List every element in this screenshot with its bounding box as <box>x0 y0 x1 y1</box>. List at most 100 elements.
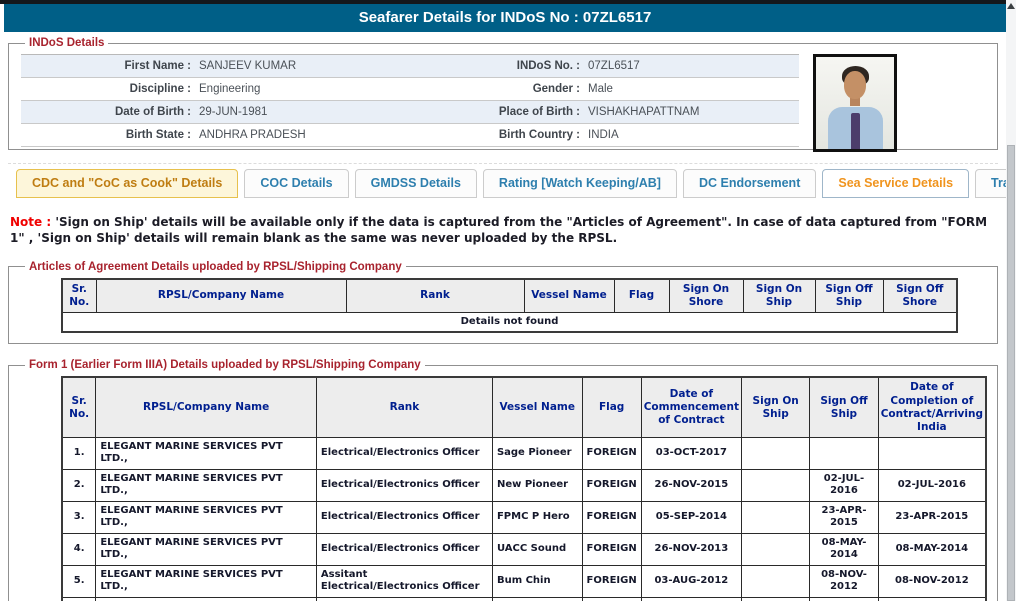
cell-sign-off-ship: 23-APR-2015 <box>810 501 878 533</box>
indos-row-state: Birth State : ANDHRA PRADESH Birth Count… <box>21 124 799 147</box>
cell-vessel: Sage Pioneer <box>492 437 582 469</box>
cell-rank: Electrical/Electronics Officer <box>316 533 492 565</box>
tab-bar: CDC and "CoC as Cook" Details COC Detail… <box>8 163 998 198</box>
cell-flag: FOREIGN <box>582 437 641 469</box>
cell-sign-off-ship <box>810 437 878 469</box>
cell-srno: 6. <box>62 597 96 601</box>
col-company: RPSL/Company Name <box>96 377 317 437</box>
table-row: 5. ELEGANT MARINE SERVICES PVT LTD., Ass… <box>62 565 986 597</box>
details-not-found-message: Details not found <box>62 312 957 332</box>
col-sign-off-ship: Sign Off Ship <box>810 377 878 437</box>
cell-completion: 08-NOV-2012 <box>878 565 986 597</box>
col-sign-on-ship: Sign On Ship <box>742 377 810 437</box>
cell-commencement: 03-AUG-2012 <box>641 565 741 597</box>
scrollbar-thumb[interactable] <box>1007 145 1015 601</box>
cell-commencement: 26-NOV-2015 <box>641 469 741 501</box>
cell-sign-on-ship <box>742 565 810 597</box>
birth-country-label: Birth Country : <box>468 124 580 146</box>
cell-sign-off-ship: 08-MAY-2014 <box>810 533 878 565</box>
seafarer-photo <box>813 54 897 152</box>
articles-header-row: Sr. No. RPSL/Company Name Rank Vessel Na… <box>62 279 957 313</box>
tab-sea-service-details[interactable]: Sea Service Details <box>822 169 969 198</box>
cell-rank: Electrical/Electronics Officer <box>316 437 492 469</box>
vertical-scrollbar[interactable] <box>1006 0 1016 601</box>
discipline-value: Engineering <box>191 78 468 100</box>
table-row: 3. ELEGANT MARINE SERVICES PVT LTD., Ele… <box>62 501 986 533</box>
cell-flag: FOREIGN <box>582 533 641 565</box>
cell-company: ELEGANT MARINE SERVICES PVT LTD., <box>96 469 317 501</box>
cell-vessel: New Pioneer <box>492 469 582 501</box>
scrollbar-up-arrow-icon[interactable] <box>1007 3 1015 9</box>
tab-cdc-coc-as-cook-details[interactable]: CDC and "CoC as Cook" Details <box>16 169 238 198</box>
cell-sign-off-ship: 08-NOV-2012 <box>810 565 878 597</box>
cell-commencement: 03-OCT-2017 <box>641 437 741 469</box>
cell-sign-off-ship: 13-OCT-2011 <box>810 597 878 601</box>
col-rank: Rank <box>316 377 492 437</box>
photo-tie <box>851 113 860 151</box>
col-vessel: Vessel Name <box>524 279 614 313</box>
col-sign-off-shore: Sign Off Shore <box>883 279 957 313</box>
note-text: Note : 'Sign on Ship' details will be av… <box>10 215 1002 247</box>
form1-table: Sr. No. RPSL/Company Name Rank Vessel Na… <box>61 376 987 601</box>
col-flag: Flag <box>582 377 641 437</box>
form1-section: Form 1 (Earlier Form IIIA) Details uploa… <box>8 359 998 601</box>
indos-details-section: INDoS Details First Name : SANJEEV KUMAR… <box>8 37 998 150</box>
indos-no-value: 07ZL6517 <box>580 55 799 77</box>
cell-rank: Electrical/Electronics Officer <box>316 469 492 501</box>
cell-sign-on-ship <box>742 501 810 533</box>
note-body: 'Sign on Ship' details will be available… <box>10 215 987 245</box>
col-sr-no: Sr. No. <box>62 377 96 437</box>
cell-sign-on-ship <box>742 469 810 501</box>
col-completion: Date of Completion of Contract/Arriving … <box>878 377 986 437</box>
first-name-value: SANJEEV KUMAR <box>191 55 468 77</box>
discipline-label: Discipline : <box>21 78 191 100</box>
col-flag: Flag <box>614 279 669 313</box>
col-sign-off-ship: Sign Off Ship <box>815 279 883 313</box>
cell-sign-off-ship: 02-JUL-2016 <box>810 469 878 501</box>
cell-flag: FOREIGN <box>582 469 641 501</box>
indos-details-grid: First Name : SANJEEV KUMAR INDoS No. : 0… <box>21 54 799 147</box>
cell-completion: 02-JUL-2016 <box>878 469 986 501</box>
cell-vessel: UACC Sound <box>492 533 582 565</box>
tab-rating-watch-keeping-ab[interactable]: Rating [Watch Keeping/AB] <box>483 169 677 198</box>
dob-value: 29-JUN-1981 <box>191 101 468 123</box>
cell-srno: 2. <box>62 469 96 501</box>
cell-vessel: FPMC P Hero <box>492 501 582 533</box>
articles-of-agreement-section: Articles of Agreement Details uploaded b… <box>8 261 998 345</box>
cell-sign-on-ship <box>742 437 810 469</box>
indos-details-legend: INDoS Details <box>25 37 108 49</box>
cell-vessel: Bum Chin <box>492 565 582 597</box>
cell-flag: FOREIGN <box>582 565 641 597</box>
cell-rank: Assitant Electrical/Electronics Officer <box>316 565 492 597</box>
cell-commencement: 05-SEP-2014 <box>641 501 741 533</box>
cell-flag: FOREIGN <box>582 501 641 533</box>
tab-dc-endorsement[interactable]: DC Endorsement <box>683 169 816 198</box>
indos-row-discipline: Discipline : Engineering Gender : Male <box>21 78 799 101</box>
form1-header-row: Sr. No. RPSL/Company Name Rank Vessel Na… <box>62 377 986 437</box>
cell-company: ELEGANT MARINE SERVICES PVT LTD., <box>96 533 317 565</box>
cell-commencement: 26-NOV-2013 <box>641 533 741 565</box>
place-of-birth-label: Place of Birth : <box>468 101 580 123</box>
note-prefix: Note : <box>10 215 55 229</box>
col-sr-no: Sr. No. <box>62 279 96 313</box>
cell-srno: 4. <box>62 533 96 565</box>
cell-rank: Assitant Electrical/Electronics Officer <box>316 597 492 601</box>
cell-srno: 3. <box>62 501 96 533</box>
tab-coc-details[interactable]: COC Details <box>244 169 348 198</box>
dob-label: Date of Birth : <box>21 101 191 123</box>
birth-state-value: ANDHRA PRADESH <box>191 124 468 146</box>
table-row: 4. ELEGANT MARINE SERVICES PVT LTD., Ele… <box>62 533 986 565</box>
table-row: 1. ELEGANT MARINE SERVICES PVT LTD., Ele… <box>62 437 986 469</box>
col-company: RPSL/Company Name <box>96 279 346 313</box>
gender-label: Gender : <box>468 78 580 100</box>
cell-company: ANGLO- EASTERN SHIP MANAGEMENT (INDIA) P… <box>96 597 317 601</box>
table-row: 6. ANGLO- EASTERN SHIP MANAGEMENT (INDIA… <box>62 597 986 601</box>
articles-legend: Articles of Agreement Details uploaded b… <box>25 261 406 273</box>
tab-gmdss-details[interactable]: GMDSS Details <box>355 169 477 198</box>
seafarer-details-page: Seafarer Details for INDoS No : 07ZL6517… <box>0 0 1016 601</box>
place-of-birth-value: VISHAKHAPATTNAM <box>580 101 799 123</box>
cell-company: ELEGANT MARINE SERVICES PVT LTD., <box>96 501 317 533</box>
cell-company: ELEGANT MARINE SERVICES PVT LTD., <box>96 437 317 469</box>
birth-state-label: Birth State : <box>21 124 191 146</box>
photo-face <box>844 71 866 99</box>
